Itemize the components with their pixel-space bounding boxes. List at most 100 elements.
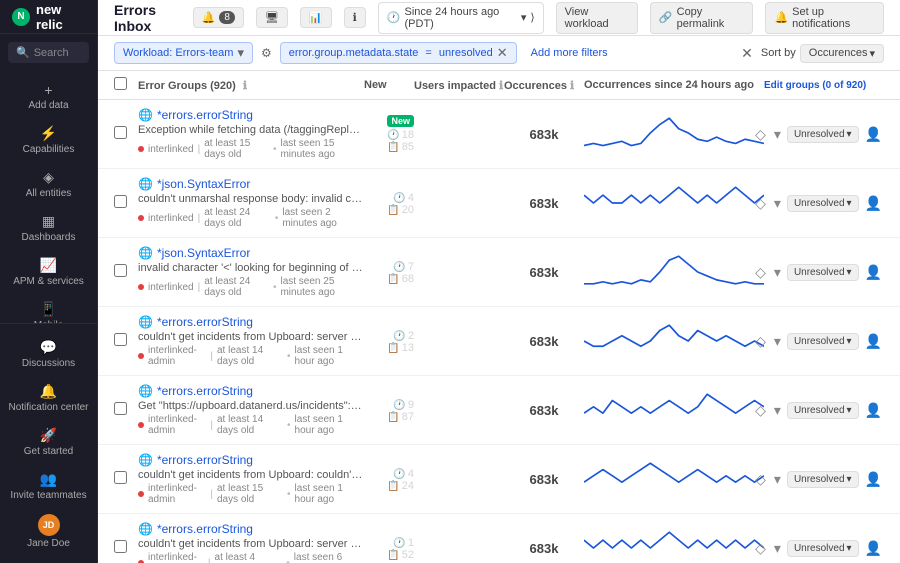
user-icon[interactable]: 👤: [863, 331, 884, 352]
copy-permalink-btn[interactable]: 🔗 Copy permalink: [650, 2, 754, 34]
meta-last-seen: last seen 25 minutes ago: [280, 276, 364, 298]
error-name-4[interactable]: *errors.errorString: [157, 315, 253, 329]
diamond-icon[interactable]: ◇: [753, 538, 768, 559]
error-name-6[interactable]: *errors.errorString: [157, 453, 253, 467]
state-remove-btn[interactable]: ✕: [497, 45, 508, 61]
status-dropdown-1[interactable]: Unresolved ▾: [787, 126, 859, 143]
status-dropdown-4[interactable]: Unresolved ▾: [787, 333, 859, 350]
diamond-icon[interactable]: ◇: [753, 193, 768, 214]
sidebar-item-dashboards[interactable]: ▦ Dashboards: [0, 206, 97, 250]
chevron-down-icon: ▾: [847, 543, 852, 554]
chevron-down-icon[interactable]: ▾: [772, 331, 783, 352]
sidebar-item-capabilities[interactable]: ⚡ Capabilities: [0, 118, 97, 162]
status-dropdown-6[interactable]: Unresolved ▾: [787, 471, 859, 488]
add-more-filters-btn[interactable]: Add more filters: [525, 45, 614, 61]
row-checkbox-4[interactable]: [114, 333, 138, 349]
info-icon-btn[interactable]: ℹ: [344, 7, 366, 28]
info-icon: ℹ: [353, 11, 357, 24]
row-checkbox-6[interactable]: [114, 471, 138, 487]
chevron-down-icon[interactable]: ▾: [772, 262, 783, 283]
sidebar-item-invite[interactable]: 👥 Invite teammates: [0, 464, 97, 508]
user-icon[interactable]: 👤: [863, 538, 884, 559]
user-profile[interactable]: JD Jane Doe: [0, 508, 97, 555]
error-name-7[interactable]: *errors.errorString: [157, 522, 253, 536]
edit-groups-btn[interactable]: Edit groups (0 of 920): [764, 80, 866, 91]
monitor-icon-btn[interactable]: 🖥: [256, 7, 288, 28]
diamond-icon[interactable]: ◇: [753, 400, 768, 421]
diamond-icon[interactable]: ◇: [753, 262, 768, 283]
time-range-selector[interactable]: 🕐 Since 24 hours ago (PDT) ▾ ⟩: [378, 2, 544, 34]
sidebar-item-mobile[interactable]: 📱 Mobile: [0, 294, 97, 323]
error-name-2[interactable]: *json.SyntaxError: [157, 177, 250, 191]
chart-icon-btn[interactable]: 📊: [300, 7, 332, 28]
get-started-icon: 🚀: [40, 427, 57, 444]
set-notif-text: Set up notifications: [792, 6, 875, 30]
row-checkbox-3[interactable]: [114, 264, 138, 280]
sort-area: Sort by Occurences ▾: [761, 44, 884, 63]
status-dropdown-3[interactable]: Unresolved ▾: [787, 264, 859, 281]
status-dropdown-5[interactable]: Unresolved ▾: [787, 402, 859, 419]
search-placeholder: Search: [34, 47, 69, 59]
clear-filters-btn[interactable]: ✕: [741, 45, 753, 62]
meta-link: interlinked: [148, 144, 194, 155]
row-checkbox-5[interactable]: [114, 402, 138, 418]
user-icon[interactable]: 👤: [863, 193, 884, 214]
state-filter[interactable]: error.group.metadata.state = unresolved …: [280, 42, 517, 64]
red-dot-icon: [138, 422, 144, 428]
chevron-down-icon: ▾: [521, 11, 527, 24]
search-box[interactable]: 🔍 Search: [8, 42, 89, 63]
row-chart-7: [584, 530, 764, 563]
table-row: 🌐 *errors.errorString couldn't get incid…: [98, 307, 900, 376]
user-icon[interactable]: 👤: [863, 262, 884, 283]
error-desc-6: couldn't get incidents from Upboard: cou…: [138, 469, 364, 481]
user-icon[interactable]: 👤: [863, 469, 884, 490]
sidebar-item-get-started[interactable]: 🚀 Get started: [0, 420, 97, 464]
view-workload-btn[interactable]: View workload: [556, 2, 638, 34]
error-meta-2: interlinked | at least 24 days old • las…: [138, 207, 364, 229]
chevron-down-icon[interactable]: ▾: [772, 538, 783, 559]
chevron-down-icon[interactable]: ▾: [772, 124, 783, 145]
stack-icon: 📋: [387, 481, 399, 492]
row-checkbox-2[interactable]: [114, 195, 138, 211]
error-name-1[interactable]: *errors.errorString: [157, 108, 253, 122]
notifications-btn[interactable]: 🔔 8: [193, 7, 244, 28]
chevron-down-icon[interactable]: ▾: [772, 469, 783, 490]
globe-icon: 🌐: [138, 384, 153, 398]
globe-icon: 🌐: [138, 522, 153, 536]
chevron-down-icon[interactable]: ▾: [772, 400, 783, 421]
sidebar-item-notifications[interactable]: 🔔 Notification center: [0, 376, 97, 420]
sidebar-item-discussions[interactable]: 💬 Discussions: [0, 332, 97, 376]
workload-remove-btn[interactable]: ▾: [237, 45, 244, 61]
row-checkbox-7[interactable]: [114, 540, 138, 556]
user-icon[interactable]: 👤: [863, 400, 884, 421]
clock-icon: 🕐: [387, 11, 401, 24]
users-time-count: 7: [408, 261, 414, 273]
capabilities-icon: ⚡: [40, 125, 57, 142]
diamond-icon[interactable]: ◇: [753, 469, 768, 490]
row-occurrences-6: 683k: [504, 472, 584, 487]
bell-icon: 🔔: [202, 11, 216, 24]
set-notifications-btn[interactable]: 🔔 Set up notifications: [765, 2, 884, 34]
select-all-checkbox[interactable]: [114, 77, 127, 90]
error-name-3[interactable]: *json.SyntaxError: [157, 246, 250, 260]
diamond-icon[interactable]: ◇: [753, 124, 768, 145]
workload-filter[interactable]: Workload: Errors-team ▾: [114, 42, 253, 64]
sidebar-item-all-entities[interactable]: ◈ All entities: [0, 162, 97, 206]
sidebar-item-apm[interactable]: 📈 APM & services: [0, 250, 97, 294]
row-occurrences-2: 683k: [504, 196, 584, 211]
diamond-icon[interactable]: ◇: [753, 331, 768, 352]
user-icon[interactable]: 👤: [863, 124, 884, 145]
apm-icon: 📈: [40, 257, 57, 274]
row-occurrences-7: 683k: [504, 541, 584, 556]
row-new-3: 🕐 7 📋 68: [364, 259, 414, 285]
status-dropdown-2[interactable]: Unresolved ▾: [787, 195, 859, 212]
copy-text: Copy permalink: [677, 6, 745, 30]
chevron-down-icon[interactable]: ▾: [772, 193, 783, 214]
sort-value: Occurences: [809, 47, 868, 59]
row-checkbox-1[interactable]: [114, 126, 138, 142]
logo[interactable]: N new relic: [0, 0, 97, 34]
sidebar-item-add-data[interactable]: + Add data: [0, 75, 97, 118]
error-name-5[interactable]: *errors.errorString: [157, 384, 253, 398]
status-dropdown-7[interactable]: Unresolved ▾: [787, 540, 859, 557]
sort-button[interactable]: Occurences ▾: [800, 44, 884, 63]
